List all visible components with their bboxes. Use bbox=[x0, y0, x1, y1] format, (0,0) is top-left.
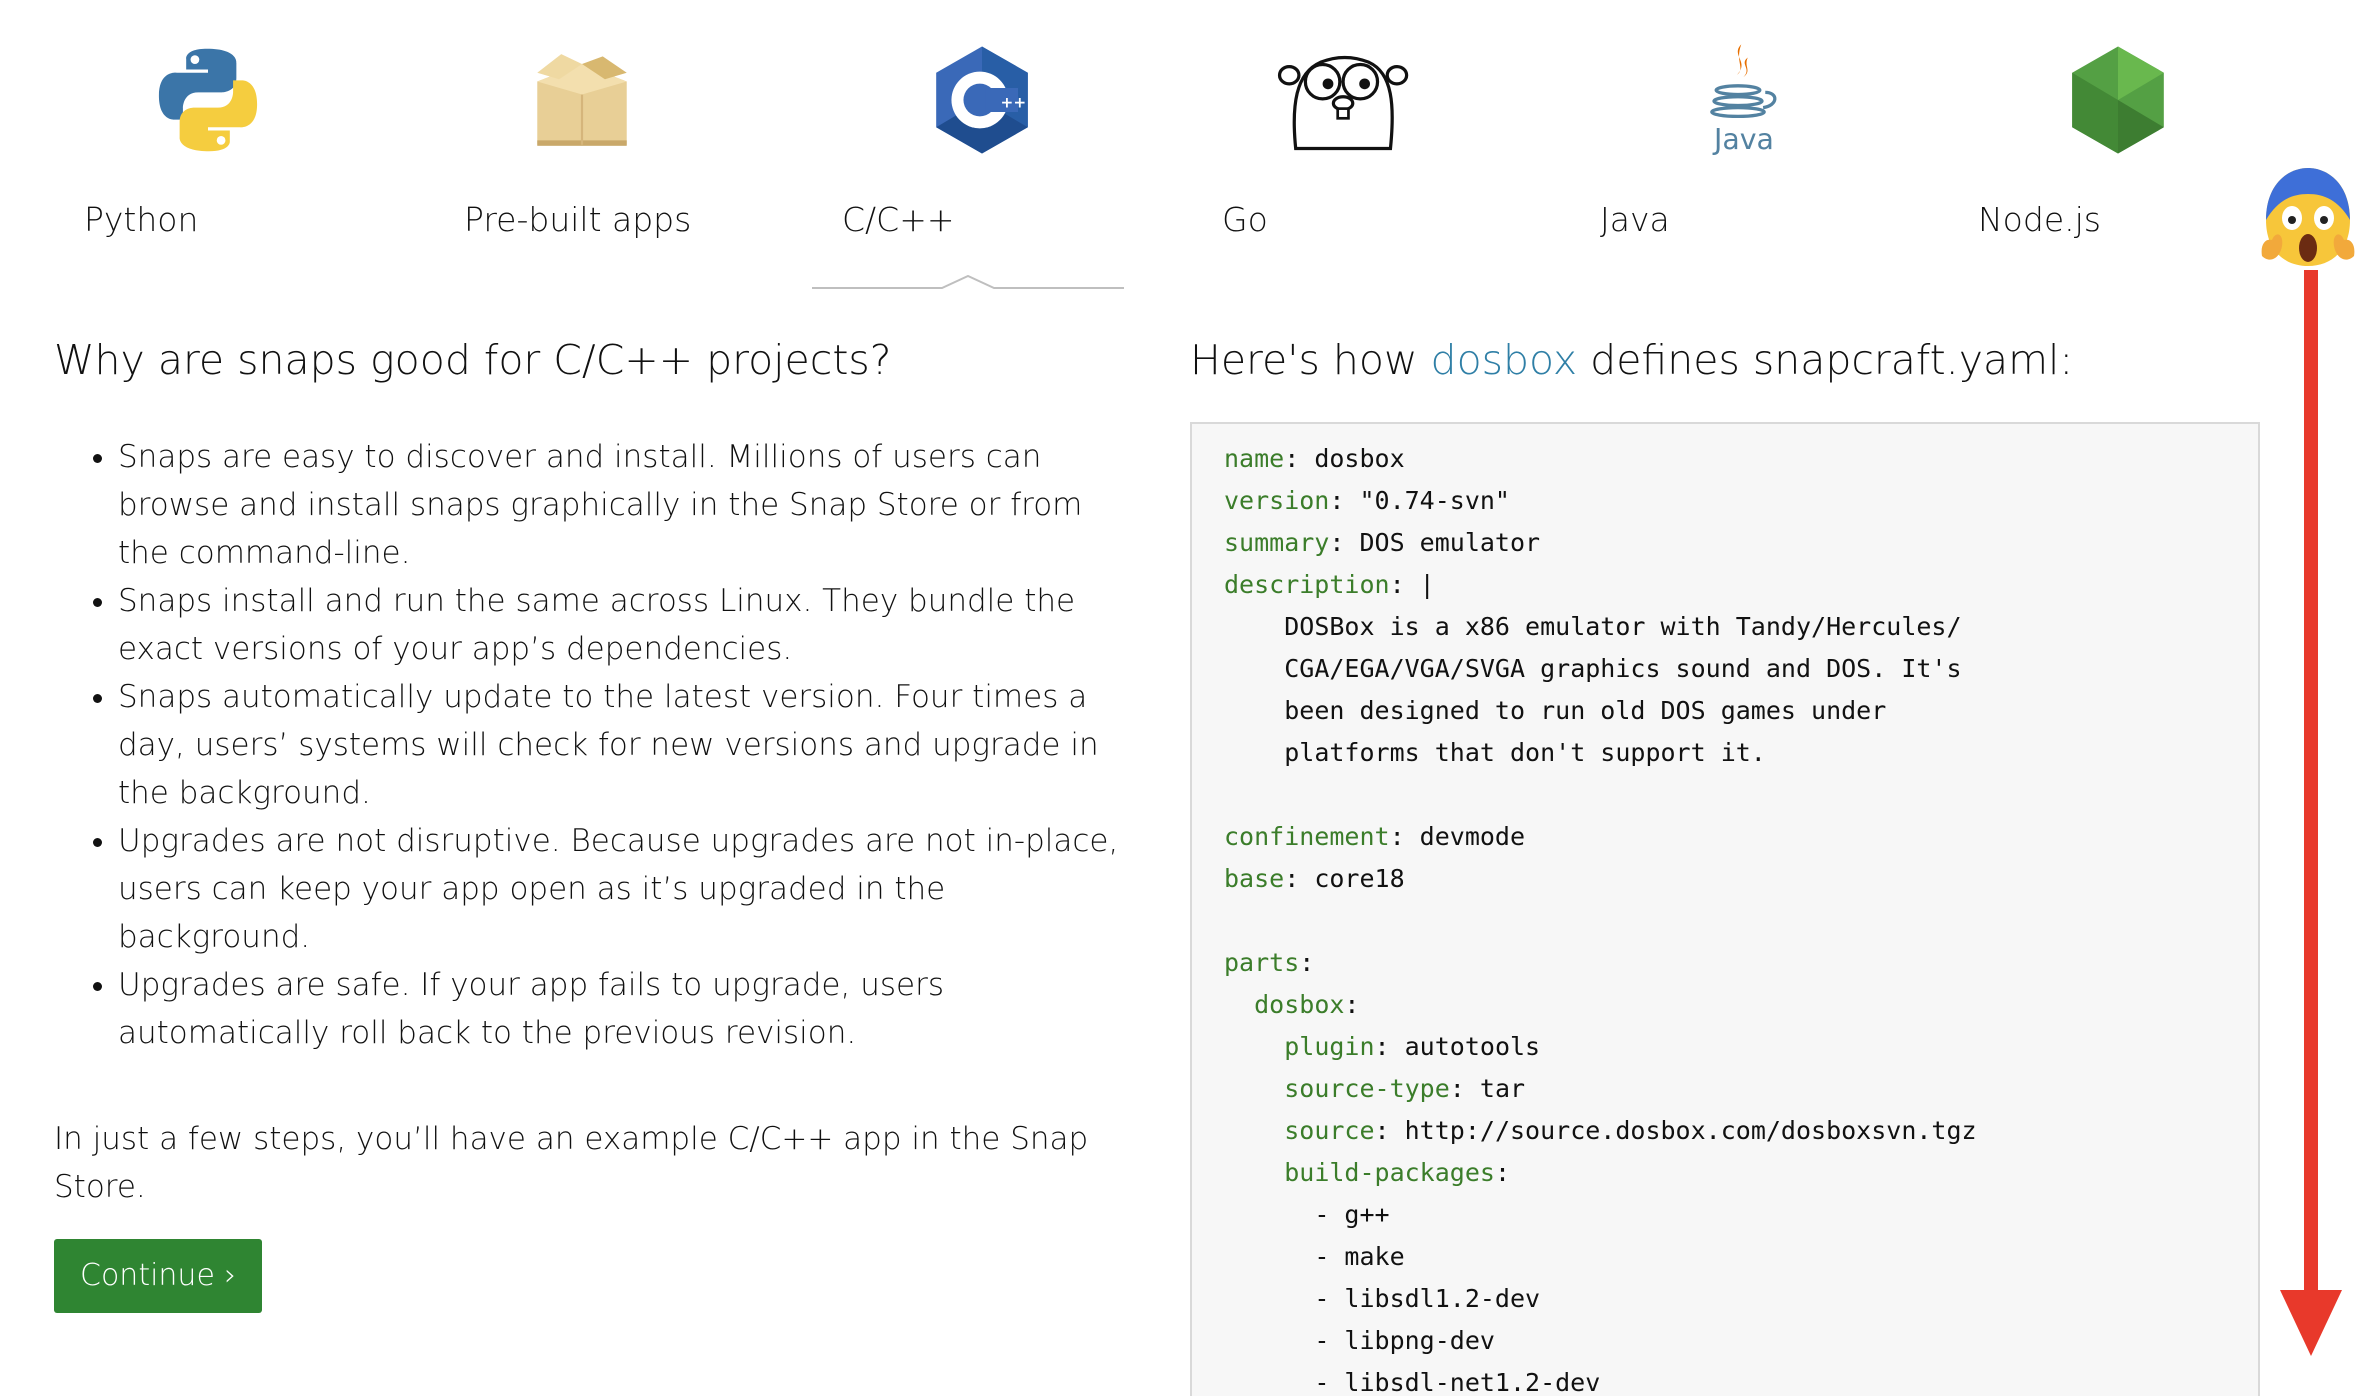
tab-label: Pre-built apps bbox=[464, 200, 692, 239]
yaml-value: - libsdl1.2-dev bbox=[1314, 1284, 1541, 1313]
yaml-key: build-packages bbox=[1284, 1158, 1495, 1187]
tab-go[interactable]: Go bbox=[1222, 24, 1552, 284]
steps-text: In just a few steps, you’ll have an exam… bbox=[54, 1121, 1089, 1206]
code-line: dosbox: bbox=[1224, 984, 2258, 1026]
yaml-value: CGA/EGA/VGA/SVGA graphics sound and DOS.… bbox=[1284, 654, 1962, 683]
yaml-key: name bbox=[1224, 444, 1285, 473]
yaml-key: plugin bbox=[1284, 1032, 1375, 1061]
dosbox-link[interactable]: dosbox bbox=[1431, 336, 1578, 384]
list-item: Snaps are easy to discover and install. … bbox=[118, 433, 1134, 577]
yaml-value: : bbox=[1344, 990, 1360, 1019]
title-prefix: Here's how bbox=[1190, 336, 1431, 384]
tab-label: Python bbox=[84, 200, 199, 239]
yaml-value: : dosbox bbox=[1284, 444, 1405, 473]
example-title: Here's how dosbox defines snapcraft.yaml… bbox=[1190, 334, 2260, 387]
code-line: base: core18 bbox=[1224, 858, 2258, 900]
svg-text:Java: Java bbox=[1712, 123, 1774, 156]
code-line: version: "0.74-svn" bbox=[1224, 480, 2258, 522]
yaml-key: source bbox=[1284, 1116, 1375, 1145]
yaml-value: : http://source.dosbox.com/dosboxsvn.tgz bbox=[1374, 1116, 1977, 1145]
yaml-value: : core18 bbox=[1284, 864, 1405, 893]
active-tab-indicator bbox=[812, 275, 1124, 289]
screaming-face-emoji bbox=[2261, 168, 2355, 266]
yaml-value: - libsdl-net1.2-dev bbox=[1314, 1368, 1601, 1396]
snapcraft-yaml-code-block[interactable]: name: dosbox version: "0.74-svn" summary: … bbox=[1190, 422, 2260, 1396]
code-line: plugin: autotools bbox=[1224, 1026, 2258, 1068]
yaml-value: : bbox=[1494, 1158, 1510, 1187]
section-title: Why are snaps good for C/C++ projects? bbox=[54, 336, 892, 384]
yaml-key: description bbox=[1224, 570, 1390, 599]
code-line: been designed to run old DOS games under bbox=[1224, 690, 2258, 732]
tab-label: Go bbox=[1222, 200, 1268, 239]
list-item: Upgrades are not disruptive. Because upg… bbox=[118, 817, 1134, 961]
yaml-key: version bbox=[1224, 486, 1330, 515]
yaml-value: - g++ bbox=[1314, 1200, 1390, 1229]
code-line: - make bbox=[1224, 1236, 2258, 1278]
example-section: Here's how dosbox defines snapcraft.yaml… bbox=[1190, 320, 2260, 1396]
code-line: - libpng-dev bbox=[1224, 1320, 2258, 1362]
code-line: CGA/EGA/VGA/SVGA graphics sound and DOS.… bbox=[1224, 648, 2258, 690]
yaml-value: platforms that don't support it. bbox=[1284, 738, 1766, 767]
yaml-value: - make bbox=[1314, 1242, 1405, 1271]
code-line: build-packages: bbox=[1224, 1152, 2258, 1194]
yaml-value: : bbox=[1299, 948, 1315, 977]
code-line: name: dosbox bbox=[1224, 438, 2258, 480]
tab-pre-built-apps[interactable]: Pre-built apps bbox=[462, 24, 792, 284]
tab-label: C/C++ bbox=[842, 200, 955, 239]
yaml-key: base bbox=[1224, 864, 1285, 893]
code-line: source: http://source.dosbox.com/dosboxs… bbox=[1224, 1110, 2258, 1152]
yaml-key: summary bbox=[1224, 528, 1330, 557]
yaml-value: : tar bbox=[1449, 1074, 1526, 1103]
yaml-key: confinement bbox=[1224, 822, 1390, 851]
yaml-key: parts bbox=[1224, 948, 1300, 977]
list-item: Snaps automatically update to the latest… bbox=[118, 673, 1134, 817]
tab-python[interactable]: Python bbox=[84, 24, 414, 284]
nodejs-icon bbox=[2072, 46, 2164, 154]
cpp-icon: ++ bbox=[936, 46, 1028, 154]
code-line: parts: bbox=[1224, 942, 2258, 984]
yaml-value: - libpng-dev bbox=[1314, 1326, 1495, 1355]
down-arrow-annotation bbox=[2280, 270, 2342, 1356]
yaml-value: : devmode bbox=[1389, 822, 1526, 851]
yaml-key: source-type bbox=[1284, 1074, 1450, 1103]
continue-button[interactable]: Continue › bbox=[54, 1239, 263, 1314]
language-tabs: Python Pre-built apps ++ C/C++ Go Java J… bbox=[0, 0, 2358, 290]
code-lines: name: dosbox version: "0.74-svn" summary: … bbox=[1192, 424, 2258, 1396]
yaml-value: DOSBox is a x86 emulator with Tandy/Herc… bbox=[1284, 612, 1962, 641]
tab-java[interactable]: Java Java bbox=[1600, 24, 1930, 284]
page: Python Pre-built apps ++ C/C++ Go Java J… bbox=[0, 0, 2358, 1396]
title-suffix: defines snapcraft.yaml: bbox=[1577, 336, 2074, 384]
yaml-value: : DOS emulator bbox=[1329, 528, 1541, 557]
package-box-icon bbox=[537, 54, 627, 146]
benefits-section: Why are snaps good for C/C++ projects? S… bbox=[54, 320, 1134, 1314]
code-line: platforms that don't support it. bbox=[1224, 732, 2258, 774]
code-line: - libsdl-net1.2-dev bbox=[1224, 1362, 2258, 1396]
code-line: - g++ bbox=[1224, 1194, 2258, 1236]
java-icon: Java bbox=[1710, 44, 1777, 156]
code-line: - libsdl1.2-dev bbox=[1224, 1278, 2258, 1320]
tab-label: Node.js bbox=[1978, 200, 2101, 239]
tab-c-cpp[interactable]: ++ C/C++ bbox=[842, 24, 1172, 284]
yaml-value: been designed to run old DOS games under bbox=[1284, 696, 1887, 725]
code-line: confinement: devmode bbox=[1224, 816, 2258, 858]
code-line: description: | bbox=[1224, 564, 2258, 606]
code-line: source-type: tar bbox=[1224, 1068, 2258, 1110]
list-item: Upgrades are safe. If your app fails to … bbox=[118, 961, 1134, 1057]
benefits-list: Snaps are easy to discover and install. … bbox=[54, 433, 1134, 1057]
tab-label: Java bbox=[1600, 200, 1670, 239]
yaml-value: : autotools bbox=[1374, 1032, 1541, 1061]
code-line: DOSBox is a x86 emulator with Tandy/Herc… bbox=[1224, 606, 2258, 648]
go-gopher-icon bbox=[1277, 55, 1409, 151]
python-icon bbox=[158, 48, 258, 152]
list-item: Snaps install and run the same across Li… bbox=[118, 577, 1134, 673]
yaml-value: : | bbox=[1389, 570, 1435, 599]
svg-text:++: ++ bbox=[1001, 94, 1027, 112]
yaml-key: dosbox bbox=[1254, 990, 1345, 1019]
code-line: summary: DOS emulator bbox=[1224, 522, 2258, 564]
yaml-value: : "0.74-svn" bbox=[1329, 486, 1510, 515]
